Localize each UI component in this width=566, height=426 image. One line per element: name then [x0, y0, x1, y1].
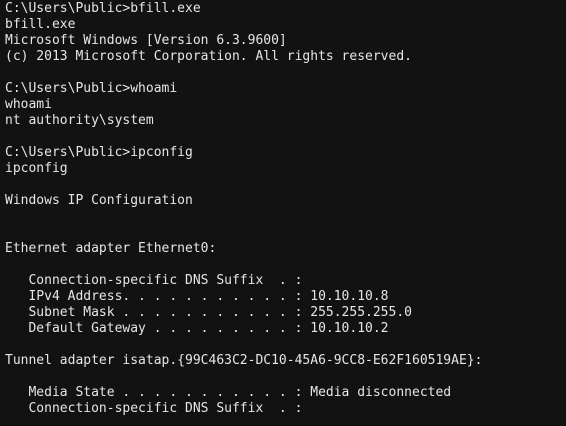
- terminal-line: C:\Users\Public>whoami: [5, 81, 178, 96]
- terminal-line: Microsoft Windows [Version 6.3.9600]: [5, 33, 287, 48]
- terminal-line: Connection-specific DNS Suffix . :: [5, 401, 303, 416]
- terminal-line: (c) 2013 Microsoft Corporation. All righ…: [5, 49, 412, 64]
- terminal-line: Default Gateway . . . . . . . . . : 10.1…: [5, 321, 389, 336]
- terminal-window[interactable]: C:\Users\Public>bfill.exe bfill.exe Micr…: [0, 0, 566, 426]
- terminal-line: Connection-specific DNS Suffix . :: [5, 273, 303, 288]
- terminal-line: whoami: [5, 97, 52, 112]
- terminal-line: Media State . . . . . . . . . . . : Medi…: [5, 385, 452, 400]
- terminal-line: Tunnel adapter isatap.{99C463C2-DC10-45A…: [5, 353, 483, 368]
- terminal-line: Ethernet adapter Ethernet0:: [5, 241, 217, 256]
- terminal-line: Windows IP Configuration: [5, 193, 193, 208]
- terminal-line: Subnet Mask . . . . . . . . . . . : 255.…: [5, 305, 412, 320]
- terminal-line: bfill.exe: [5, 17, 76, 32]
- terminal-line: IPv4 Address. . . . . . . . . . . : 10.1…: [5, 289, 389, 304]
- terminal-line: C:\Users\Public>bfill.exe: [5, 1, 201, 16]
- terminal-line: ipconfig: [5, 161, 68, 176]
- terminal-line: C:\Users\Public>ipconfig: [5, 145, 193, 160]
- terminal-line: nt authority\system: [5, 113, 154, 128]
